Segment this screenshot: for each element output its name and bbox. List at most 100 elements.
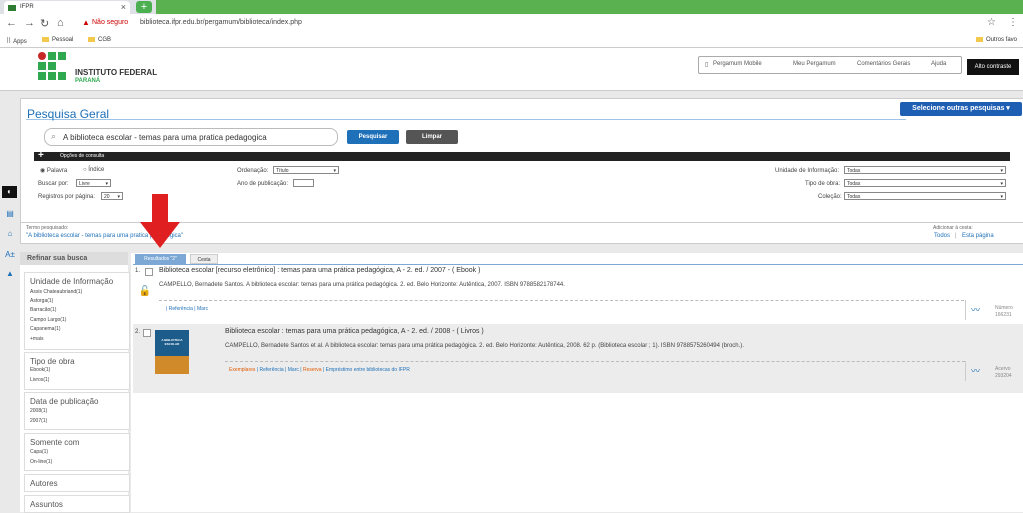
link-ajuda[interactable]: Ajuda xyxy=(931,61,946,67)
clear-button[interactable]: Limpar xyxy=(406,130,458,144)
facet-item[interactable]: 2007(1) xyxy=(30,418,47,424)
home-icon[interactable]: ⌂ xyxy=(4,229,16,239)
high-contrast-button[interactable]: Alto contraste xyxy=(967,59,1019,75)
facet-item[interactable]: Assis Chateaubriand(1) xyxy=(30,289,82,295)
reload-icon[interactable]: ↻ xyxy=(40,17,49,30)
back-arrow-icon[interactable]: ← xyxy=(6,17,17,29)
add-page-link[interactable]: Esta página xyxy=(962,233,994,239)
facet-title[interactable]: Unidade de Informação xyxy=(30,277,113,286)
books-icon[interactable]: ▤ xyxy=(4,209,16,219)
contrast-toggle-icon[interactable]: ◐ xyxy=(2,186,17,198)
acq-label: Número xyxy=(995,305,1013,311)
link-reserva[interactable]: Reserva xyxy=(303,367,322,373)
result-title[interactable]: Biblioteca escolar : temas para uma prát… xyxy=(225,328,484,335)
link-meu-pergamum[interactable]: Meu Pergamum xyxy=(793,61,836,67)
result-links: | Referência | Marc xyxy=(166,306,209,312)
link-exemplares[interactable]: Exemplares xyxy=(229,367,255,373)
link-emprestimo[interactable]: Empréstimo entre bibliotecas do IFPR xyxy=(326,367,410,373)
registros-select[interactable]: 20 ▾ xyxy=(101,192,123,200)
facets-header: Refinar sua busca xyxy=(27,255,88,262)
warning-icon: ▲ xyxy=(82,18,90,27)
cover-title: A BIBLIOTECA ESCOLAR xyxy=(161,338,183,346)
bookmark-cgb[interactable]: CGB xyxy=(88,37,111,43)
not-secure-label: Não seguro xyxy=(92,19,129,26)
chevron-down-icon: ▾ xyxy=(1000,168,1003,174)
colecao-select[interactable]: Todas ▾ xyxy=(844,192,1006,200)
book-cover[interactable]: A BIBLIOTECA ESCOLAR xyxy=(155,330,189,374)
ifpr-logo xyxy=(38,52,68,82)
facet-item[interactable]: Capanema(1) xyxy=(30,326,61,332)
add-all-link[interactable]: Todos xyxy=(934,233,950,239)
favicon-icon xyxy=(8,5,16,11)
unidade-label: Unidade de Informação: xyxy=(775,168,840,174)
tab-results[interactable]: Resultados "2" xyxy=(135,254,186,264)
new-tab-button[interactable]: + xyxy=(136,1,152,13)
font-size-icon[interactable]: A± xyxy=(4,250,16,260)
acq-number: 166231 xyxy=(995,312,1012,318)
chevron-down-icon: ▾ xyxy=(105,181,108,187)
scroll-top-icon[interactable]: ▲ xyxy=(4,269,16,279)
link-referencia[interactable]: Referência xyxy=(169,306,193,312)
radio-palavra[interactable]: ◉ Palavra xyxy=(40,167,67,174)
facet-title[interactable]: Data de publicação xyxy=(30,397,99,406)
link-marc[interactable]: Marc xyxy=(197,306,208,312)
ordenacao-label: Ordenação: xyxy=(237,168,269,174)
kebab-menu-icon[interactable]: ⋮ xyxy=(1008,17,1018,28)
radio-indice[interactable]: ○ Índice xyxy=(83,167,104,173)
facet-title[interactable]: Somente com xyxy=(30,438,79,447)
buscar-por-select[interactable]: Livre ▾ xyxy=(76,179,111,187)
facet-title[interactable]: Tipo de obra xyxy=(30,357,75,366)
url-field[interactable]: ▲ Não seguro biblioteca.ifpr.edu.br/perg… xyxy=(76,17,976,31)
link-marc[interactable]: Marc xyxy=(288,367,299,373)
facet-item[interactable]: Ebook(1) xyxy=(30,367,50,373)
mobile-icon: ▯ xyxy=(705,62,709,68)
link-pergamum-mobile[interactable]: Pergamum Mobile xyxy=(713,61,762,67)
browser-tab[interactable]: IFPR × xyxy=(4,1,130,14)
search-input[interactable]: ⌕ A biblioteca escolar - temas para uma … xyxy=(44,128,338,146)
search-button[interactable]: Pesquisar xyxy=(347,130,399,144)
ebook-lock-icon: 🔓 xyxy=(138,286,152,297)
facet-title[interactable]: Autores xyxy=(30,479,58,488)
search-icon: ⌕ xyxy=(51,131,57,141)
chevron-down-icon: ▾ xyxy=(1000,194,1003,200)
trend-chart-icon[interactable]: 〰 xyxy=(971,364,980,377)
folder-icon xyxy=(976,37,983,42)
facet-item[interactable]: Campo Largo(1) xyxy=(30,317,66,323)
facet-item[interactable]: 2008(1) xyxy=(30,408,47,414)
facet-item[interactable]: Capa(1) xyxy=(30,449,48,455)
facet-more-link[interactable]: +mais xyxy=(30,336,43,342)
close-tab-icon[interactable]: × xyxy=(121,2,126,12)
ano-input[interactable] xyxy=(293,179,314,187)
bookmark-pessoal[interactable]: Pessoal xyxy=(42,37,73,43)
brand-name: INSTITUTO FEDERAL xyxy=(75,68,158,77)
facet-title[interactable]: Assuntos xyxy=(30,500,63,509)
home-icon[interactable]: ⌂ xyxy=(57,17,64,29)
forward-arrow-icon[interactable]: → xyxy=(24,17,35,29)
link-referencia[interactable]: Referência xyxy=(259,367,283,373)
tabs-underline xyxy=(133,264,1023,265)
result-title[interactable]: Biblioteca escolar [recurso eletrônico] … xyxy=(159,267,480,274)
select-checkbox[interactable] xyxy=(143,329,151,337)
facet-item[interactable]: On-line(1) xyxy=(30,459,52,465)
buscar-por-label: Buscar por: xyxy=(38,181,69,187)
link-comentarios[interactable]: Comentários Gerais xyxy=(857,61,910,67)
bookmark-apps[interactable]: ⠿ Apps xyxy=(6,37,27,45)
facet-item[interactable]: Barracão(1) xyxy=(30,307,56,313)
ano-label: Ano de publicação: xyxy=(237,181,289,187)
options-label: Opções de consulta xyxy=(60,153,105,159)
other-searches-dropdown[interactable]: Selecione outras pesquisas ▾ xyxy=(900,102,1022,116)
options-bar[interactable]: + Opções de consulta xyxy=(34,150,1010,161)
registros-label: Registros por página: xyxy=(38,194,96,200)
facet-item[interactable]: Astorga(1) xyxy=(30,298,53,304)
bookmark-other[interactable]: Outros favo xyxy=(976,37,1017,43)
select-checkbox[interactable] xyxy=(145,268,153,276)
divider xyxy=(965,361,966,381)
facet-item[interactable]: Livros(1) xyxy=(30,377,49,383)
ordenacao-select[interactable]: Título ▾ xyxy=(273,166,339,174)
tab-cesta[interactable]: Cesta xyxy=(190,254,218,264)
bookmark-star-icon[interactable]: ☆ xyxy=(987,17,996,28)
trend-chart-icon[interactable]: 〰 xyxy=(971,303,980,316)
unidade-select[interactable]: Todas ▾ xyxy=(844,166,1006,174)
tipo-select[interactable]: Todas ▾ xyxy=(844,179,1006,187)
divider xyxy=(965,300,966,320)
